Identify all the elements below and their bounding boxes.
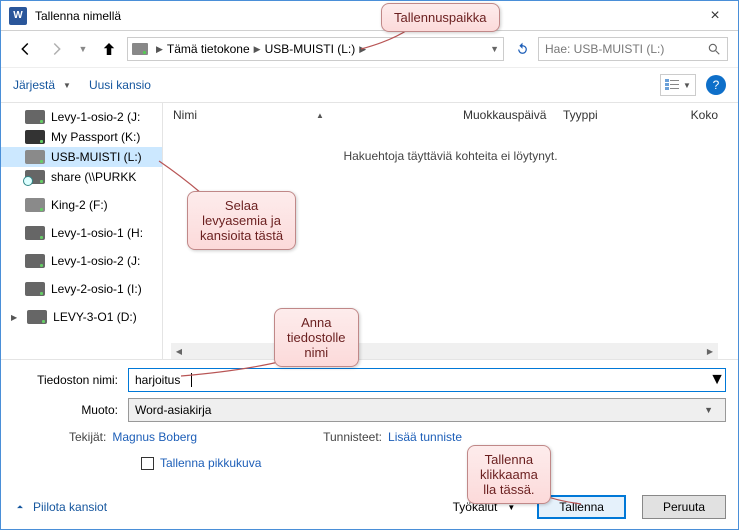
- drive-icon: [132, 43, 148, 55]
- filename-input[interactable]: [129, 369, 709, 391]
- breadcrumb-part[interactable]: USB-MUISTI (L:): [265, 42, 356, 56]
- chevron-right-icon: ▶: [156, 44, 163, 55]
- up-button[interactable]: [95, 37, 123, 61]
- organize-button[interactable]: Järjestä▼: [13, 78, 71, 92]
- usb-drive-icon: [25, 150, 45, 164]
- sidebar-item[interactable]: Levy-1-osio-1 (H:: [1, 223, 162, 243]
- drive-icon: [25, 198, 45, 212]
- authors-value[interactable]: Magnus Boberg: [112, 430, 197, 444]
- drive-icon: [27, 310, 47, 324]
- horizontal-scrollbar[interactable]: ◀ ▶: [171, 343, 718, 359]
- breadcrumb[interactable]: ▶ Tämä tietokone ▶ USB-MUISTI (L:) ▶ ▼: [127, 37, 504, 61]
- recent-dropdown[interactable]: ▼: [75, 37, 91, 61]
- forward-button[interactable]: [43, 37, 71, 61]
- help-button[interactable]: ?: [706, 75, 726, 95]
- sort-indicator-icon: ▲: [316, 111, 324, 120]
- drive-icon: [25, 130, 45, 144]
- sidebar-item[interactable]: My Passport (K:): [1, 127, 162, 147]
- sidebar-item[interactable]: ▶LEVY-3-O1 (D:): [1, 307, 162, 327]
- chevron-right-icon: ▶: [254, 44, 261, 55]
- drive-icon: [25, 226, 45, 240]
- newfolder-button[interactable]: Uusi kansio: [89, 78, 151, 92]
- network-drive-icon: [25, 170, 45, 184]
- column-date[interactable]: Muokkauspäivä: [453, 108, 553, 122]
- empty-message: Hakuehtoja täyttäviä kohteita ei löytyny…: [163, 149, 738, 163]
- sidebar-item[interactable]: Levy-2-osio-1 (I:): [1, 279, 162, 299]
- sidebar[interactable]: Levy-1-osio-2 (J: My Passport (K:) USB-M…: [1, 103, 163, 359]
- word-icon: W: [9, 7, 27, 25]
- navbar: ▼ ▶ Tämä tietokone ▶ USB-MUISTI (L:) ▶ ▼…: [1, 31, 738, 67]
- refresh-button[interactable]: [510, 42, 534, 57]
- search-icon: [707, 42, 721, 56]
- thumbnail-label[interactable]: Tallenna pikkukuva: [160, 456, 261, 470]
- scroll-left-icon[interactable]: ◀: [171, 343, 187, 359]
- authors-label: Tekijät:: [69, 430, 106, 444]
- hide-folders-button[interactable]: Piilota kansiot: [13, 500, 107, 514]
- callout-location: Tallennuspaikka: [381, 3, 500, 32]
- cancel-button[interactable]: Peruuta: [642, 495, 726, 519]
- close-button[interactable]: ×: [700, 7, 730, 25]
- callout-name: Annatiedostollenimi: [274, 308, 359, 367]
- format-label: Muoto:: [13, 403, 128, 417]
- column-size[interactable]: Koko: [681, 108, 738, 122]
- sidebar-item[interactable]: Levy-1-osio-2 (J:: [1, 251, 162, 271]
- main-area: Levy-1-osio-2 (J: My Passport (K:) USB-M…: [1, 103, 738, 360]
- scroll-track[interactable]: [187, 343, 702, 359]
- list-view-icon: [665, 79, 679, 91]
- sidebar-item[interactable]: King-2 (F:): [1, 195, 162, 215]
- chevron-down-icon[interactable]: ▼: [709, 371, 725, 389]
- arrow-left-icon: [16, 40, 34, 58]
- arrow-up-icon: [100, 40, 118, 58]
- callout-browse: Selaalevyasemia jakansioita tästä: [187, 191, 296, 250]
- breadcrumb-dropdown[interactable]: ▼: [490, 44, 499, 54]
- filename-input-wrap[interactable]: ▼: [128, 368, 726, 392]
- sidebar-item[interactable]: share (\\PURKK: [1, 167, 162, 187]
- view-mode-button[interactable]: ▼: [660, 74, 696, 96]
- search-input[interactable]: Hae: USB-MUISTI (L:): [538, 37, 728, 61]
- form-area: Tiedoston nimi: ▼ Muoto: Word-asiakirja …: [1, 360, 738, 480]
- toolbar: Järjestä▼ Uusi kansio ▼ ?: [1, 67, 738, 103]
- drive-icon: [25, 254, 45, 268]
- window-title: Tallenna nimellä: [35, 9, 700, 23]
- column-name[interactable]: Nimi▲: [163, 108, 453, 122]
- scroll-right-icon[interactable]: ▶: [702, 343, 718, 359]
- chevron-down-icon[interactable]: ▼: [698, 405, 719, 415]
- search-placeholder: Hae: USB-MUISTI (L:): [545, 42, 664, 56]
- footer: Piilota kansiot Työkalut▼ Tallenna Peruu…: [1, 485, 738, 529]
- format-select[interactable]: Word-asiakirja ▼: [128, 398, 726, 422]
- text-cursor: [191, 373, 192, 387]
- thumbnail-checkbox[interactable]: [141, 457, 154, 470]
- filename-label: Tiedoston nimi:: [13, 373, 128, 387]
- chevron-up-icon: [13, 500, 27, 514]
- sidebar-item-selected[interactable]: USB-MUISTI (L:): [1, 147, 162, 167]
- column-type[interactable]: Tyyppi: [553, 108, 633, 122]
- column-headers[interactable]: Nimi▲ Muokkauspäivä Tyyppi Koko: [163, 103, 738, 127]
- titlebar: W Tallenna nimellä ×: [1, 1, 738, 31]
- drive-icon: [25, 282, 45, 296]
- format-value: Word-asiakirja: [135, 403, 211, 417]
- chevron-right-icon: ▶: [359, 44, 366, 55]
- breadcrumb-part[interactable]: Tämä tietokone: [167, 42, 250, 56]
- back-button[interactable]: [11, 37, 39, 61]
- arrow-right-icon: [48, 40, 66, 58]
- tags-value[interactable]: Lisää tunniste: [388, 430, 462, 444]
- drive-icon: [25, 110, 45, 124]
- callout-save: Tallennaklikkaamalla tässä.: [467, 445, 551, 504]
- tags-label: Tunnisteet:: [323, 430, 382, 444]
- sidebar-item[interactable]: Levy-1-osio-2 (J:: [1, 107, 162, 127]
